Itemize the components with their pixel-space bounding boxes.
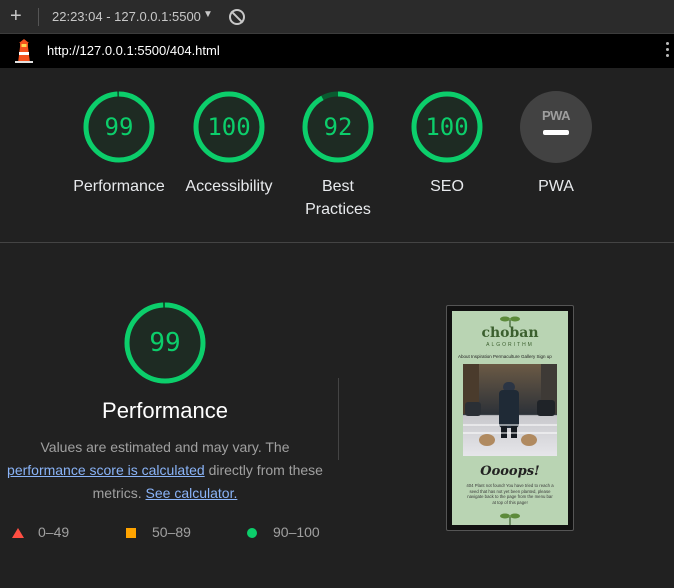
site-nav: About Inspiration Permaculture Gallery S… (458, 354, 552, 359)
final-screenshot-thumbnail[interactable]: choban ALGORITHM About Inspiration Perma… (446, 305, 574, 531)
legend-average: 50–89 (126, 524, 191, 540)
gauge-accessibility[interactable]: 100 Accessibility (174, 91, 284, 198)
toolbar-separator (38, 8, 39, 26)
pwa-badge-text: PWA (541, 108, 571, 123)
site-brand: choban (481, 325, 539, 341)
performance-description: Values are estimated and may vary. The p… (6, 436, 324, 505)
section-divider (0, 242, 674, 243)
street-scene-image (463, 364, 557, 446)
report-url[interactable]: http://127.0.0.1:5500/404.html (47, 43, 220, 58)
score-value: 92 (323, 113, 353, 141)
legend-fail: 0–49 (12, 524, 69, 540)
gauge-seo[interactable]: 100 SEO (392, 91, 502, 198)
description-text: Values are estimated and may vary. The (40, 439, 290, 455)
legend-pass: 90–100 (247, 524, 320, 540)
score-value: 99 (104, 113, 134, 141)
pass-circle-icon (247, 528, 257, 539)
gauge-performance[interactable]: 99 Performance (64, 91, 174, 198)
gauge-label: Accessibility (185, 178, 273, 195)
new-report-button[interactable]: + (10, 5, 22, 27)
legend-fail-label: 0–49 (38, 524, 70, 540)
devtools-toolbar: + 22:23:04 - 127.0.0.1:5500 ▼ (0, 0, 674, 34)
pwa-dash (543, 130, 569, 135)
gauge-label: Performance (73, 178, 165, 195)
report-header: http://127.0.0.1:5500/404.html (0, 34, 674, 68)
score-calculation-link[interactable]: performance score is calculated (7, 462, 205, 478)
gauge-label: SEO (430, 178, 464, 195)
site-subtitle: ALGORITHM (486, 342, 534, 348)
score-value: 100 (425, 113, 469, 141)
gauge-label: PWA (538, 178, 574, 195)
lighthouse-logo-icon (15, 39, 33, 63)
score-ring: 100 (411, 91, 483, 163)
legend-pass-label: 90–100 (273, 524, 320, 540)
score-ring: 99 (83, 91, 155, 163)
score-value: 100 (207, 113, 251, 141)
average-square-icon (126, 528, 136, 539)
fail-triangle-icon (12, 528, 24, 539)
performance-title: Performance (102, 398, 228, 423)
sprout-footer-icon (500, 513, 520, 525)
performance-score-value: 99 (149, 328, 181, 358)
report-selector[interactable]: 22:23:04 - 127.0.0.1:5500 (52, 9, 201, 24)
gauge-pwa[interactable]: PWA PWA (501, 91, 611, 198)
hero-photo (463, 364, 557, 456)
score-ring: 100 (193, 91, 265, 163)
score-ring: 92 (302, 91, 374, 163)
page-screenshot: choban ALGORITHM About Inspiration Perma… (452, 311, 568, 525)
clear-reports-icon[interactable] (229, 9, 245, 25)
chevron-down-icon[interactable]: ▼ (203, 9, 213, 20)
error-heading: Oooops! (480, 464, 540, 479)
legend-average-label: 50–89 (152, 524, 191, 540)
more-options-icon[interactable] (666, 42, 670, 60)
see-calculator-link[interactable]: See calculator. (146, 485, 238, 501)
pwa-badge-icon: PWA (520, 91, 592, 163)
gauge-label: Best Practices (305, 178, 371, 218)
vertical-divider (338, 378, 339, 460)
performance-score-gauge: 99 (124, 302, 206, 384)
gauge-best-practices[interactable]: 92 Best Practices (283, 91, 393, 221)
error-message: 404 Plant not found! You have tried to r… (466, 483, 554, 505)
